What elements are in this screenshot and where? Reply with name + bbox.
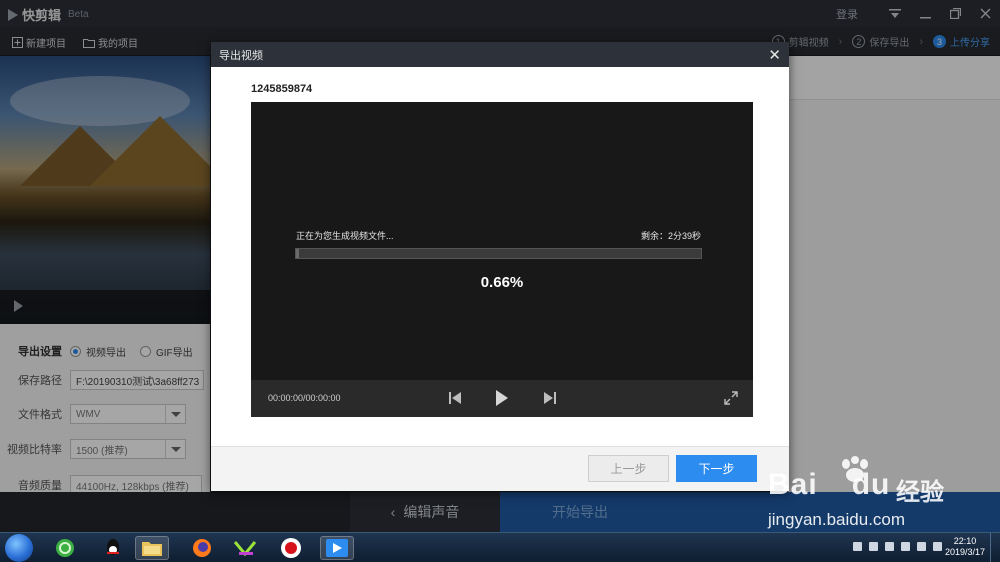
windows-taskbar: 22:10 2019/3/17 bbox=[0, 532, 1000, 562]
video-name: 1245859874 bbox=[251, 83, 313, 95]
next-step-button[interactable]: 下一步 bbox=[676, 455, 757, 482]
show-desktop-button[interactable] bbox=[990, 533, 1000, 562]
dialog-title: 导出视频 bbox=[219, 49, 263, 62]
player-time: 00:00:00/00:00:00 bbox=[268, 393, 341, 403]
jingyan-url: jingyan.baidu.com bbox=[768, 510, 906, 529]
file-explorer-icon[interactable] bbox=[135, 536, 169, 560]
clock-time: 22:10 bbox=[953, 536, 977, 546]
usb-icon[interactable] bbox=[885, 542, 894, 551]
clock-date: 2019/3/17 bbox=[944, 547, 985, 557]
export-video-dialog: 导出视频 ✕ 1245859874 正在为您生成视频文件... 剩余：2分39秒… bbox=[211, 42, 789, 491]
play-icon[interactable] bbox=[495, 389, 509, 407]
taskbar-clock[interactable]: 22:10 2019/3/17 bbox=[945, 536, 985, 558]
start-button-icon[interactable] bbox=[5, 534, 33, 562]
browser-360-icon[interactable] bbox=[48, 536, 82, 560]
tray-arrow-icon[interactable] bbox=[869, 542, 878, 551]
skip-previous-icon[interactable] bbox=[449, 391, 461, 405]
volume-icon[interactable] bbox=[917, 542, 926, 551]
fullscreen-icon[interactable] bbox=[723, 390, 739, 406]
kuaijianji-taskbar-icon[interactable] bbox=[320, 536, 354, 560]
jingyan-text: 经验 bbox=[896, 479, 944, 506]
baidu-jingyan-watermark: Bai du 经验 jingyan.baidu.com bbox=[768, 454, 988, 534]
player-controls: 00:00:00/00:00:00 bbox=[251, 380, 753, 417]
screen-record-icon[interactable] bbox=[274, 536, 308, 560]
baidu-logo-text-start: Bai bbox=[768, 468, 818, 501]
video-player: 正在为您生成视频文件... 剩余：2分39秒 0.66% 00:00:00/00… bbox=[251, 102, 753, 417]
dialog-header: 导出视频 ✕ bbox=[211, 42, 789, 67]
export-progress-fill bbox=[296, 249, 299, 258]
qq-icon[interactable] bbox=[96, 536, 130, 560]
dialog-footer: 上一步 下一步 bbox=[211, 446, 789, 491]
close-icon[interactable]: ✕ bbox=[768, 46, 781, 64]
skip-next-icon[interactable] bbox=[544, 391, 556, 405]
baidu-paw-icon bbox=[842, 456, 868, 482]
remaining-time: 剩余：2分39秒 bbox=[640, 231, 701, 241]
progress-status-text: 正在为您生成视频文件... bbox=[296, 231, 394, 241]
media-player-icon[interactable] bbox=[228, 536, 262, 560]
network-icon[interactable] bbox=[933, 542, 942, 551]
export-progress-bar bbox=[295, 248, 702, 259]
firefox-icon[interactable] bbox=[185, 536, 219, 560]
previous-step-button[interactable]: 上一步 bbox=[588, 455, 669, 482]
flag-icon[interactable] bbox=[901, 542, 910, 551]
system-tray bbox=[853, 542, 942, 551]
keyboard-icon[interactable] bbox=[853, 542, 862, 551]
export-percent: 0.66% bbox=[480, 274, 524, 291]
